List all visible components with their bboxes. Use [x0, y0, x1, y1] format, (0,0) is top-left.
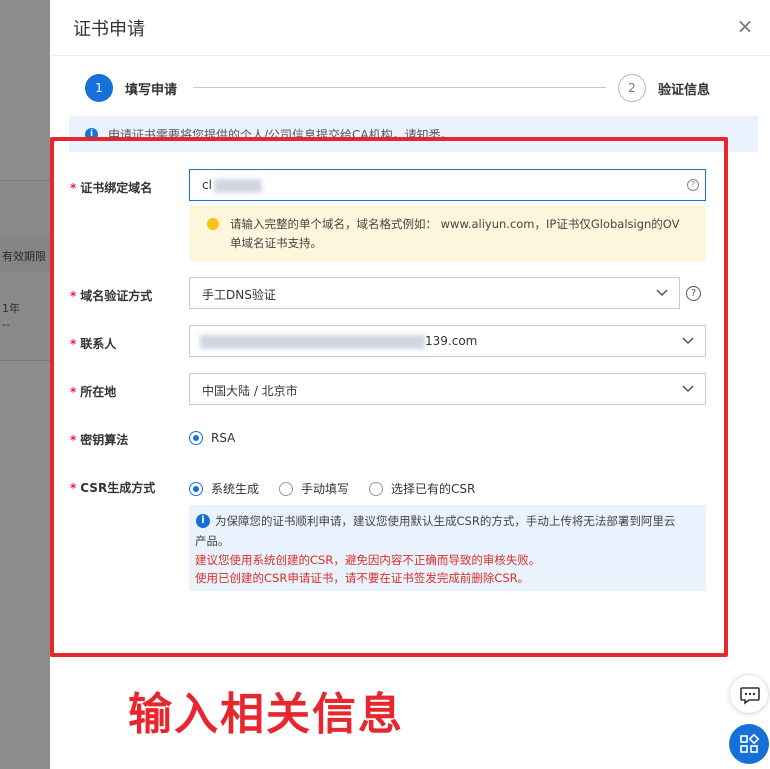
verify-method-label: * 域名验证方式 — [70, 289, 153, 303]
radio-button[interactable] — [189, 431, 203, 445]
dialog-title: 证书申请 — [73, 19, 145, 40]
chevron-down-icon — [656, 289, 668, 297]
csr-warning-line1: 建议您使用系统创建的CSR，避免因内容不正确而导致的审核失败。 — [195, 553, 541, 567]
contact-select[interactable]: 139.com — [189, 325, 706, 357]
chat-button[interactable] — [729, 674, 769, 714]
close-icon[interactable]: × — [734, 15, 756, 37]
step-label: 填写申请 — [125, 82, 178, 98]
location-label: * 所在地 — [70, 385, 117, 399]
radio-label: 选择已有的CSR — [391, 482, 476, 496]
redacted-text — [214, 179, 262, 193]
domain-tip: 请输入完整的单个域名，域名格式例如： www.aliyun.com，IP证书仅G… — [189, 205, 706, 261]
domain-label: * 证书绑定域名 — [70, 181, 153, 195]
background-page: 有效期限 1年 -- — [0, 0, 50, 769]
certificate-application-dialog: 证书申请 × 1 填写申请 2 验证信息 i 申请证书需要将您提供的个人/公司信… — [50, 0, 770, 769]
chat-icon — [740, 687, 760, 705]
step-fill-application: 1 填写申请 — [85, 74, 177, 102]
chevron-down-icon — [682, 337, 694, 345]
dialog-header: 证书申请 × — [50, 0, 770, 56]
csr-label: * CSR生成方式 — [70, 481, 156, 495]
bg-row-value: 1年 — [2, 302, 20, 315]
contact-label: * 联系人 — [70, 337, 117, 351]
step-connector — [193, 87, 606, 88]
info-banner-text: 申请证书需要将您提供的个人/公司信息提交给CA机构，请知悉。 — [108, 128, 453, 142]
csr-notice: i 为保障您的证书顺利申请，建议您使用默认生成CSR的方式，手动上传将无法部署到… — [189, 505, 706, 591]
domain-input[interactable]: cl ? — [189, 169, 706, 201]
radio-rsa[interactable]: RSA — [189, 431, 235, 445]
radio-label: 系统生成 — [211, 482, 260, 496]
apps-button[interactable] — [729, 724, 769, 764]
step-verify-info: 2 验证信息 — [618, 74, 710, 102]
contact-value: 139.com — [425, 334, 478, 348]
verify-method-select[interactable]: 手工DNS验证 — [189, 277, 680, 309]
help-icon[interactable]: ? — [686, 286, 701, 301]
verify-method-value: 手工DNS验证 — [202, 288, 276, 302]
csr-notice-line1: 为保障您的证书顺利申请，建议您使用默认生成CSR的方式，手动上传将无法部署到阿里… — [215, 514, 676, 528]
apps-icon — [740, 733, 760, 753]
step-number: 1 — [85, 74, 113, 102]
csr-notice-line2: 产品。 — [195, 534, 230, 548]
step-number: 2 — [618, 74, 646, 102]
key-algorithm-options: RSA — [189, 431, 255, 445]
radio-label: RSA — [211, 431, 236, 445]
key-algorithm-label: * 密钥算法 — [70, 433, 129, 447]
bg-column-header: 有效期限 — [2, 250, 46, 263]
annotation-caption: 输入相关信息 — [128, 689, 404, 740]
location-value: 中国大陆 / 北京市 — [202, 384, 298, 398]
domain-tip-text: 请输入完整的单个域名，域名格式例如： www.aliyun.com，IP证书仅G… — [230, 217, 680, 250]
step-label: 验证信息 — [658, 82, 711, 98]
radio-button[interactable] — [369, 481, 384, 496]
info-banner: i 申请证书需要将您提供的个人/公司信息提交给CA机构，请知悉。 — [69, 116, 758, 152]
bg-row-dash: -- — [2, 318, 10, 331]
radio-label: 手动填写 — [301, 482, 350, 496]
chevron-down-icon — [682, 385, 694, 393]
info-icon: i — [196, 514, 210, 528]
radio-system-generate[interactable]: 系统生成 — [189, 480, 259, 497]
warning-icon — [207, 218, 219, 230]
csr-options: 系统生成 手动填写 选择已有的CSR — [189, 480, 495, 497]
csr-warning-line2: 使用已创建的CSR申请证书，请不要在证书签发完成前删除CSR。 — [195, 571, 530, 585]
radio-manual-input[interactable]: 手动填写 — [279, 480, 349, 497]
help-icon[interactable]: ? — [687, 179, 699, 191]
location-select[interactable]: 中国大陆 / 北京市 — [189, 373, 706, 405]
info-icon: i — [85, 128, 98, 141]
domain-input-value: cl — [202, 178, 212, 192]
radio-button[interactable] — [279, 481, 294, 496]
radio-existing-csr[interactable]: 选择已有的CSR — [369, 480, 475, 497]
radio-button[interactable] — [189, 481, 203, 496]
redacted-text — [200, 335, 425, 349]
